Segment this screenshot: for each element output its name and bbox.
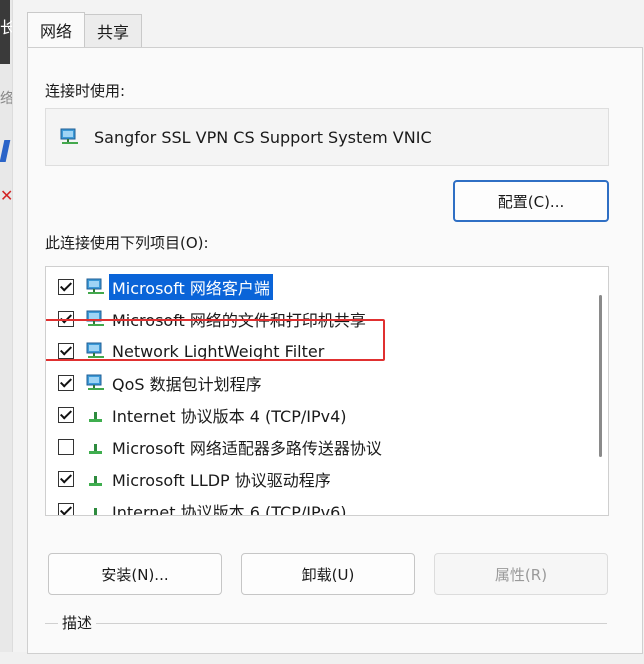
- description-label: 描述: [58, 612, 97, 633]
- protocol-icon: [94, 508, 97, 515]
- item-checkbox[interactable]: [58, 407, 74, 423]
- network-adapter-icon: [60, 128, 78, 144]
- items-label: 此连接使用下列项目(O):: [45, 234, 209, 252]
- background-icon: [0, 140, 11, 162]
- network-properties-dialog: 网络 共享 连接时使用: Sangfor SSL VPN CS Support …: [12, 0, 644, 654]
- list-item[interactable]: Internet 协议版本 4 (TCP/IPv4): [46, 399, 586, 431]
- item-label: Microsoft LLDP 协议驱动程序: [112, 471, 331, 490]
- item-label: Microsoft 网络客户端: [109, 274, 273, 300]
- list-item[interactable]: Microsoft 网络客户端: [46, 271, 586, 303]
- item-label: Internet 协议版本 6 (TCP/IPv6): [112, 503, 347, 516]
- items-list[interactable]: Microsoft 网络客户端 Microsoft 网络的文件和打印机共享 Ne…: [45, 266, 609, 516]
- protocol-icon: [89, 476, 102, 486]
- tab-panel-network: 连接时使用: Sangfor SSL VPN CS Support System…: [27, 47, 643, 654]
- background-window-edge: 长 络 ✕: [0, 0, 16, 652]
- uninstall-button[interactable]: 卸载(U): [241, 553, 415, 595]
- list-item[interactable]: Microsoft 网络适配器多路传送器协议: [46, 431, 586, 463]
- item-label: Internet 协议版本 4 (TCP/IPv4): [112, 407, 347, 426]
- highlight-annotation: [46, 319, 385, 361]
- item-checkbox[interactable]: [58, 503, 74, 515]
- connect-using-label: 连接时使用:: [45, 82, 126, 100]
- tab-network[interactable]: 网络: [27, 12, 86, 47]
- item-checkbox[interactable]: [58, 471, 74, 487]
- list-item[interactable]: Microsoft LLDP 协议驱动程序: [46, 463, 586, 495]
- item-checkbox[interactable]: [58, 279, 74, 295]
- adapter-box: Sangfor SSL VPN CS Support System VNIC: [45, 108, 609, 166]
- list-item[interactable]: QoS 数据包计划程序: [46, 367, 586, 399]
- item-checkbox[interactable]: [58, 375, 74, 391]
- list-item[interactable]: Internet 协议版本 6 (TCP/IPv6): [46, 495, 586, 516]
- item-checkbox[interactable]: [58, 439, 74, 455]
- configure-button[interactable]: 配置(C)...: [453, 180, 609, 222]
- network-client-icon: [86, 278, 104, 294]
- item-label: Microsoft 网络适配器多路传送器协议: [112, 439, 382, 458]
- protocol-icon: [89, 444, 102, 454]
- tab-bar: 网络 共享: [27, 12, 143, 48]
- network-client-icon: [86, 374, 104, 390]
- install-button[interactable]: 安装(N)...: [48, 553, 222, 595]
- adapter-name: Sangfor SSL VPN CS Support System VNIC: [94, 127, 432, 147]
- protocol-icon: [89, 412, 102, 422]
- description-group: [45, 623, 607, 664]
- item-label: QoS 数据包计划程序: [112, 375, 262, 394]
- tab-sharing[interactable]: 共享: [84, 14, 143, 47]
- properties-button[interactable]: 属性(R): [434, 553, 608, 595]
- list-scrollbar[interactable]: [599, 295, 602, 457]
